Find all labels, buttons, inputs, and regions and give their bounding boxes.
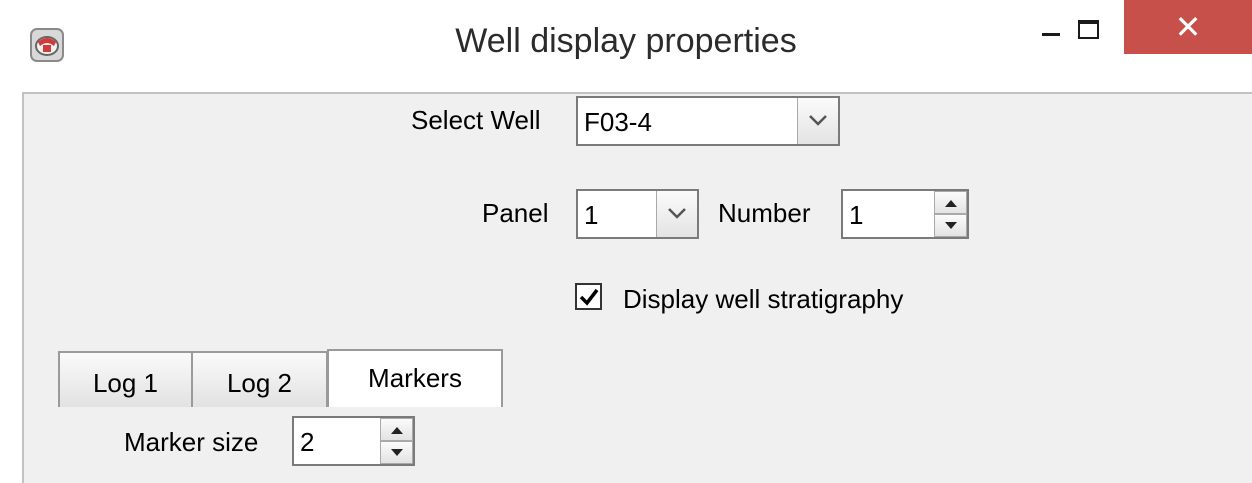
chevron-down-icon <box>809 115 827 126</box>
marker-size-decrement-button[interactable] <box>380 441 413 464</box>
arrow-up-icon <box>391 427 403 434</box>
tab-log-1[interactable]: Log 1 <box>58 351 193 407</box>
tab-markers[interactable]: Markers <box>327 349 503 407</box>
marker-size-value: 2 <box>300 427 315 457</box>
tab-log-2-label: Log 2 <box>226 368 293 398</box>
close-button[interactable]: ✕ <box>1124 0 1252 54</box>
panel-value: 1 <box>584 200 599 230</box>
panel-dropdown[interactable]: 1 <box>576 189 699 239</box>
panel-dropdown-button[interactable] <box>656 191 697 237</box>
select-well-label: Select Well <box>411 105 541 135</box>
marker-size-spinner[interactable]: 2 <box>292 416 415 466</box>
tab-markers-label: Markers <box>368 363 462 393</box>
stratigraphy-label[interactable]: Display well stratigraphy <box>623 284 903 315</box>
tab-log-1-label: Log 1 <box>92 368 159 398</box>
maximize-icon <box>1078 20 1099 39</box>
arrow-up-icon <box>945 200 957 207</box>
number-value: 1 <box>849 200 864 230</box>
checkmark-icon <box>579 288 599 306</box>
marker-size-spinner-buttons <box>380 418 413 464</box>
marker-size-label: Marker size <box>124 427 259 457</box>
panel-label: Panel <box>482 198 549 228</box>
tab-log-2[interactable]: Log 2 <box>191 351 328 407</box>
number-label: Number <box>718 198 811 228</box>
select-well-dropdown-button[interactable] <box>797 98 838 144</box>
select-well-dropdown[interactable]: F03-4 <box>576 96 840 146</box>
chevron-down-icon <box>668 208 686 219</box>
minimize-icon <box>1042 33 1060 36</box>
title-bar[interactable]: Well display properties ✕ <box>0 0 1252 92</box>
stratigraphy-checkbox[interactable] <box>575 283 602 310</box>
select-well-value: F03-4 <box>584 107 652 137</box>
maximize-button[interactable] <box>1066 0 1128 60</box>
number-spinner-buttons <box>934 191 967 237</box>
arrow-down-icon <box>945 222 957 229</box>
number-spinner[interactable]: 1 <box>841 189 969 239</box>
marker-size-increment-button[interactable] <box>380 418 413 441</box>
arrow-down-icon <box>391 449 403 456</box>
number-decrement-button[interactable] <box>934 214 967 237</box>
close-icon: ✕ <box>1174 9 1202 45</box>
number-increment-button[interactable] <box>934 191 967 214</box>
dialog-window: Well display properties ✕ Select Well F0… <box>0 0 1252 483</box>
